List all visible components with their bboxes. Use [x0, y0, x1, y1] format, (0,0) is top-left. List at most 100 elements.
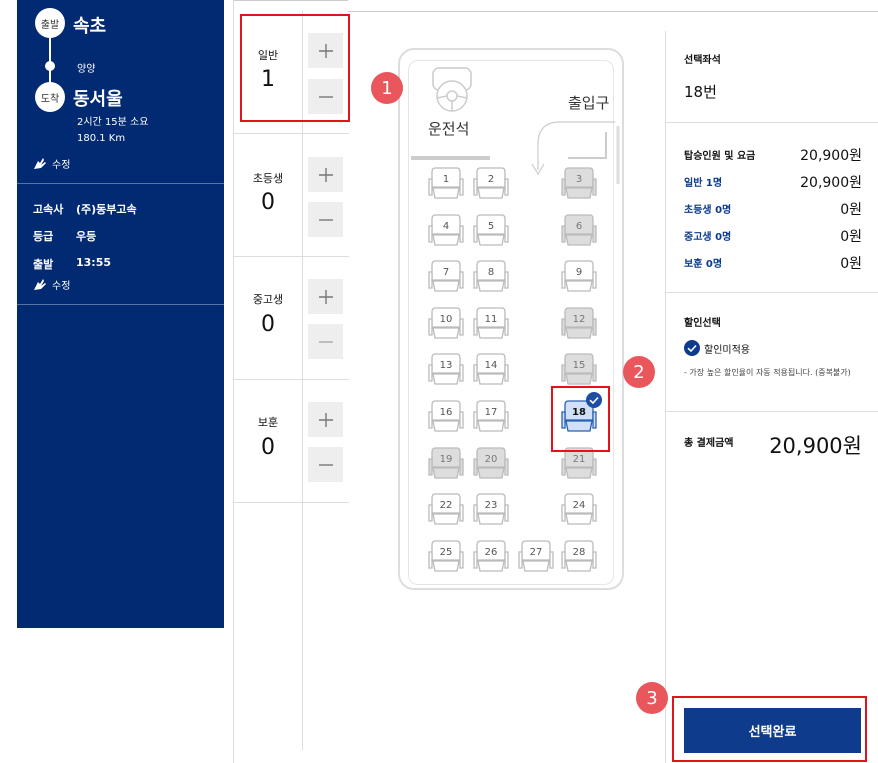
seat-10[interactable]: 10: [428, 305, 464, 343]
seat-12: 12: [561, 305, 597, 343]
fare-row-label: 중고생 0명: [684, 232, 732, 243]
plus-icon: [318, 167, 333, 182]
seat-19: 19: [428, 445, 464, 483]
seat-7[interactable]: 7: [428, 258, 464, 296]
seat-28[interactable]: 28: [561, 538, 597, 576]
passenger-count: 0: [261, 190, 275, 215]
plus-button[interactable]: [308, 157, 343, 192]
seat-2[interactable]: 2: [473, 165, 509, 203]
step-marker: 2: [623, 356, 655, 388]
highlight-box: [672, 696, 867, 762]
distance: 180.1 Km: [77, 133, 126, 144]
seat-number: 14: [484, 360, 498, 371]
fare-total: 20,900원: [800, 148, 862, 164]
minus-button[interactable]: [308, 202, 343, 237]
steering-wheel-icon: [432, 67, 472, 112]
seat-27[interactable]: 27: [518, 538, 554, 576]
passenger-row-veteran: 보훈 0: [234, 380, 349, 503]
seat-25[interactable]: 25: [428, 538, 464, 576]
passenger-type-label: 초등생: [252, 172, 284, 185]
seat-number: 19: [439, 454, 453, 465]
seat-24[interactable]: 24: [561, 491, 597, 529]
selected-seat-value: 18번: [684, 83, 717, 101]
discount-option-label: 할인미적용: [704, 344, 750, 356]
seat-number: 21: [572, 454, 586, 465]
row-divider: [302, 257, 303, 379]
seat-number: 7: [442, 267, 450, 278]
column-divider: [302, 500, 303, 750]
discount-option[interactable]: 할인미적용: [684, 340, 750, 356]
fare-row-label: 보훈 0명: [684, 259, 723, 270]
minus-button[interactable]: [308, 447, 343, 482]
seat-number: 27: [529, 547, 543, 558]
total-label: 총 결제금액: [684, 438, 734, 449]
seat-number: 2: [487, 174, 495, 185]
summary-divider: [666, 122, 878, 123]
seat-17[interactable]: 17: [473, 398, 509, 436]
seat-22[interactable]: 22: [428, 491, 464, 529]
seat-16[interactable]: 16: [428, 398, 464, 436]
seat-number: 25: [439, 547, 453, 558]
seat-9[interactable]: 9: [561, 258, 597, 296]
seat-number: 22: [439, 500, 453, 511]
company-value: (주)동부고속: [76, 203, 137, 216]
minus-icon: [318, 463, 333, 466]
seat-5[interactable]: 5: [473, 212, 509, 250]
seat-23[interactable]: 23: [473, 491, 509, 529]
seat-26[interactable]: 26: [473, 538, 509, 576]
fare-row-value: 0원: [840, 256, 862, 272]
row-divider: [302, 134, 303, 256]
minus-button[interactable]: [308, 324, 343, 359]
plus-icon: [318, 289, 333, 304]
fare-label: 탑승인원 및 요금: [684, 151, 756, 162]
seat-1[interactable]: 1: [428, 165, 464, 203]
discount-label: 할인선택: [684, 318, 721, 329]
arrive-city: 동서울: [73, 89, 123, 110]
seat-13[interactable]: 13: [428, 351, 464, 389]
seat-number: 4: [442, 221, 450, 232]
seat-number: 12: [572, 314, 586, 325]
summary-divider: [666, 292, 878, 293]
step-marker: 1: [371, 72, 403, 104]
edit-bus-link[interactable]: 수정: [33, 277, 70, 292]
seat-number: 17: [484, 407, 498, 418]
seat-11[interactable]: 11: [473, 305, 509, 343]
seat-number: 20: [484, 454, 498, 465]
header-line: [348, 11, 878, 12]
seat-number: 9: [575, 267, 583, 278]
seat-number: 26: [484, 547, 498, 558]
seat-number: 10: [439, 314, 453, 325]
via-city: 양양: [77, 64, 96, 75]
passenger-type-label: 중고생: [252, 293, 284, 306]
minus-icon: [318, 340, 333, 343]
summary-divider: [666, 411, 878, 412]
plus-icon: [318, 412, 333, 427]
seat-3: 3: [561, 165, 597, 203]
seat-14[interactable]: 14: [473, 351, 509, 389]
seat-number: 11: [484, 314, 498, 325]
highlight-box: [240, 14, 350, 122]
total-value: 20,900원: [769, 434, 862, 458]
panel-divider: [17, 183, 224, 184]
fare-row-label: 초등생 0명: [684, 205, 732, 216]
via-dot: [45, 61, 55, 71]
seat-number: 23: [484, 500, 498, 511]
summary-panel: 선택좌석 18번 탑승인원 및 요금 20,900원 일반 1명 20,900원…: [665, 31, 878, 763]
seat-number: 1: [442, 174, 450, 185]
seat-number: 5: [487, 221, 495, 232]
seat-number: 15: [572, 360, 586, 371]
depart-badge: 출발: [35, 8, 65, 38]
duration: 2시간 15분 소요: [77, 117, 149, 128]
row-divider: [302, 380, 303, 502]
step-marker: 3: [636, 682, 668, 714]
edit-route-link[interactable]: 수정: [33, 156, 70, 171]
plus-button[interactable]: [308, 279, 343, 314]
passenger-count: 0: [261, 312, 275, 337]
plus-button[interactable]: [308, 402, 343, 437]
seat-6: 6: [561, 212, 597, 250]
entrance-label: 출입구: [568, 94, 610, 112]
seat-4[interactable]: 4: [428, 212, 464, 250]
seat-8[interactable]: 8: [473, 258, 509, 296]
seat-number: 28: [572, 547, 586, 558]
selected-seat-label: 선택좌석: [684, 55, 721, 66]
